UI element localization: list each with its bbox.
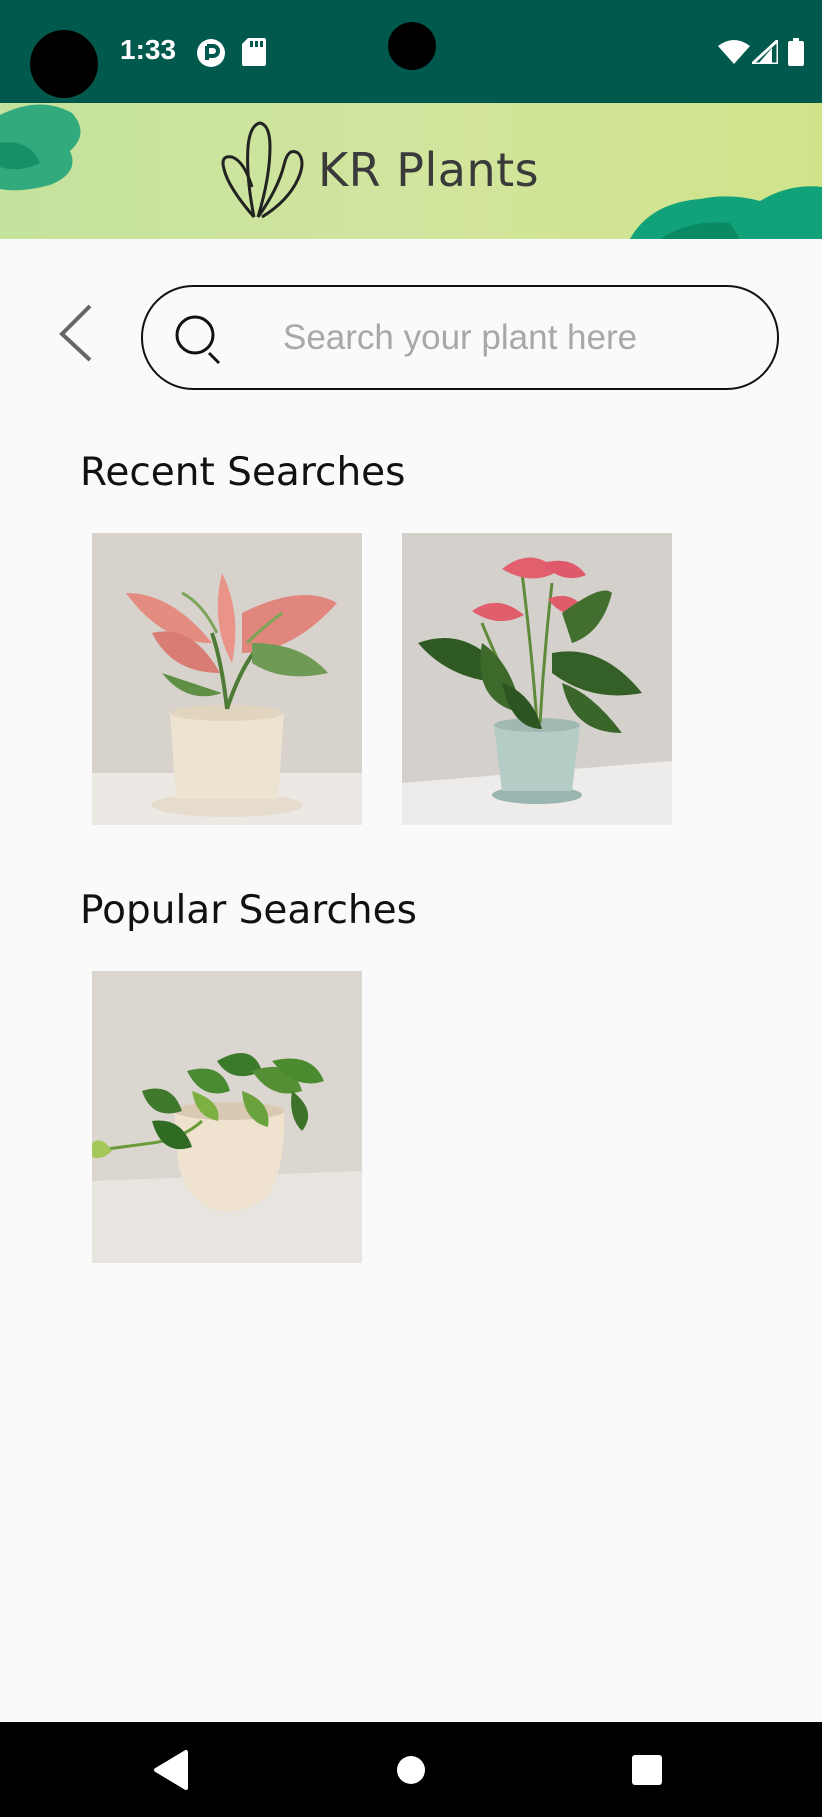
plant-image: [92, 533, 362, 825]
search-icon: [173, 313, 229, 373]
nav-back-button[interactable]: [126, 1722, 216, 1817]
chevron-left-icon: [59, 304, 92, 362]
recent-searches-title: Recent Searches: [80, 450, 406, 495]
battery-icon: [788, 38, 804, 70]
brand-logo-icon: [218, 117, 308, 225]
plant-image: [92, 971, 362, 1263]
recent-plant-card-aglaonema[interactable]: [92, 533, 362, 825]
status-time: 1:33: [120, 34, 177, 65]
camera-punch-hole: [388, 22, 436, 70]
recent-plant-card-anthurium[interactable]: [402, 533, 672, 825]
popular-searches-title: Popular Searches: [80, 888, 417, 933]
camera-cutout: [30, 30, 98, 98]
circle-home-icon: [397, 1756, 425, 1784]
nav-recents-button[interactable]: [602, 1722, 692, 1817]
square-recents-icon: [632, 1755, 662, 1785]
status-bar: 1:33: [0, 0, 822, 103]
brand-name: KR Plants: [318, 143, 540, 197]
back-button[interactable]: [56, 302, 96, 362]
cell-signal-icon: [748, 36, 780, 68]
search-bar[interactable]: [141, 285, 779, 390]
nav-home-button[interactable]: [366, 1722, 456, 1817]
popular-plant-card-pothos[interactable]: [92, 971, 362, 1263]
system-nav-bar: [0, 1722, 822, 1817]
sd-card-icon: [242, 38, 266, 70]
wifi-icon: [718, 40, 750, 68]
plant-image: [402, 533, 672, 825]
search-input[interactable]: [283, 307, 743, 369]
brand-banner: KR Plants: [0, 103, 822, 239]
data-saver-icon: [196, 38, 226, 72]
triangle-back-icon: [154, 1750, 188, 1790]
